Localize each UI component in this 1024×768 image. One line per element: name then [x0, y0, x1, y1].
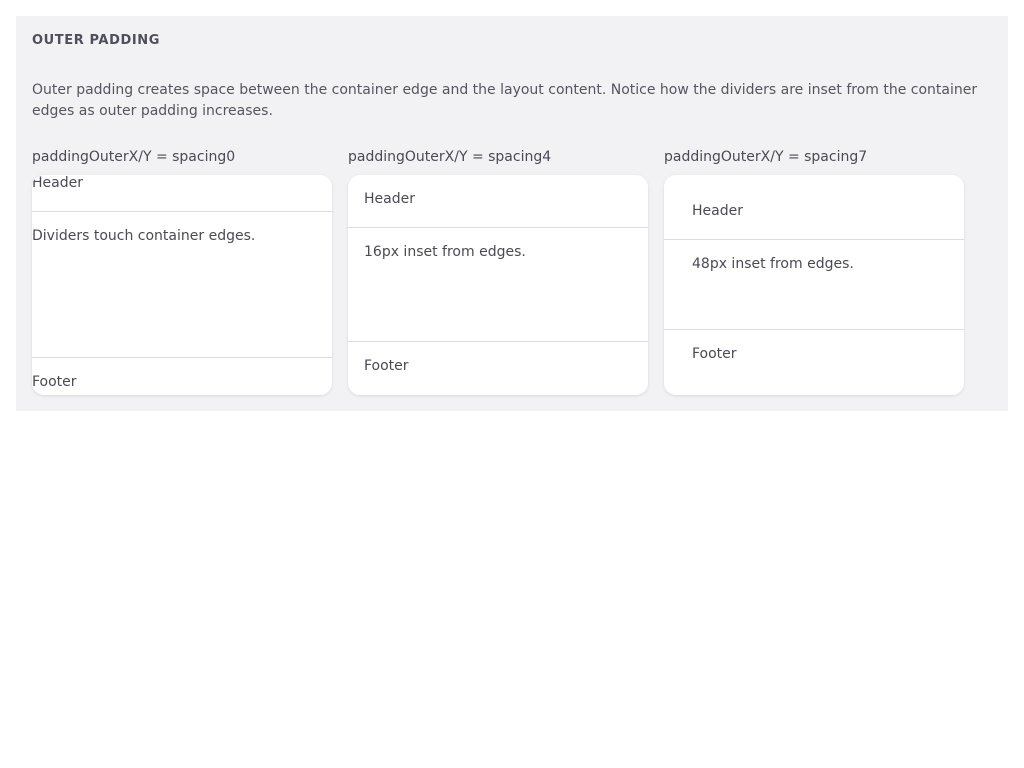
card-body: 48px inset from edges.	[692, 256, 854, 272]
section-description: Outer padding creates space between the …	[32, 82, 978, 119]
example-label: paddingOuterX/Y = spacing4	[348, 149, 552, 165]
card-header: Header	[364, 191, 415, 207]
card-body: 16px inset from edges.	[364, 244, 526, 260]
outer-padding-panel: OUTER PADDING Outer padding creates spac…	[16, 16, 1008, 411]
example-label: paddingOuterX/Y = spacing7	[664, 149, 868, 165]
section-title: OUTER PADDING	[32, 33, 161, 48]
card-footer: Footer	[692, 346, 737, 362]
example-spacing4: paddingOuterX/Y = spacing4 Header 16px i…	[348, 147, 648, 395]
example-spacing0: paddingOuterX/Y = spacing0 Header Divide…	[32, 147, 332, 395]
layout-card: Header 48px inset from edges. Footer	[664, 175, 964, 395]
header-divider	[32, 211, 332, 212]
example-label: paddingOuterX/Y = spacing0	[32, 149, 236, 165]
card-footer: Footer	[32, 374, 77, 390]
card-header: Header	[32, 175, 83, 191]
card-footer: Footer	[364, 358, 409, 374]
footer-divider	[348, 341, 648, 342]
footer-divider	[32, 357, 332, 358]
card-body: Dividers touch container edges.	[32, 228, 256, 244]
layout-card: Header Dividers touch container edges. F…	[32, 175, 332, 395]
example-spacing7: paddingOuterX/Y = spacing7 Header 48px i…	[664, 147, 964, 395]
header-divider	[664, 239, 964, 240]
header-divider	[348, 227, 648, 228]
card-header: Header	[692, 203, 743, 219]
layout-card: Header 16px inset from edges. Footer	[348, 175, 648, 395]
footer-divider	[664, 329, 964, 330]
